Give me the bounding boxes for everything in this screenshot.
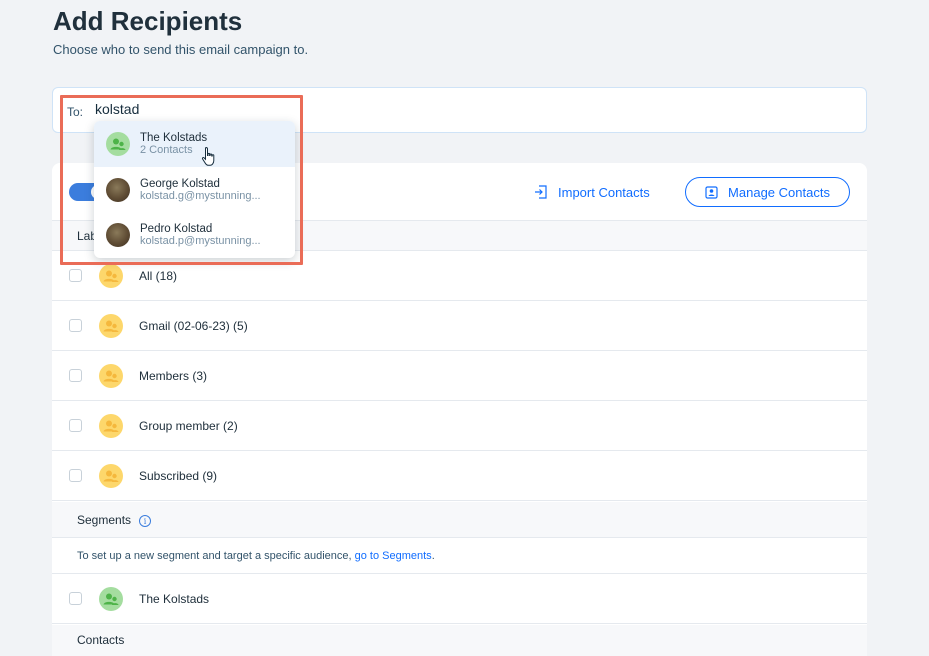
recipient-suggestions-dropdown: The Kolstads 2 Contacts George Kolstad k… (94, 121, 295, 258)
suggestion-name: Pedro Kolstad (140, 223, 213, 235)
row-checkbox[interactable] (69, 469, 82, 482)
row-checkbox[interactable] (69, 369, 82, 382)
contact-avatar (106, 178, 130, 202)
label-group-icon (99, 413, 123, 438)
import-icon (535, 185, 547, 199)
manage-contacts-label: Manage Contacts (728, 184, 830, 200)
row-checkbox[interactable] (69, 269, 82, 282)
suggestion-item[interactable]: George Kolstad kolstad.g@mystunning... (94, 167, 295, 213)
page-title: Add Recipients (53, 6, 243, 36)
segments-header-text: Segments (77, 513, 132, 527)
hand-cursor-icon (201, 146, 215, 166)
row-checkbox[interactable] (69, 419, 82, 432)
suggestion-subtext: kolstad.g@mystunning... (140, 190, 261, 202)
info-icon[interactable]: i (139, 514, 152, 527)
label-row[interactable]: Group member (2) (52, 401, 867, 451)
suggestion-item[interactable]: Pedro Kolstad kolstad.p@mystunning... (94, 212, 295, 258)
suggestion-subtext: kolstad.p@mystunning... (140, 235, 261, 247)
label-group-icon (99, 463, 123, 488)
to-label: To: (67, 105, 84, 119)
label-group-icon (99, 263, 123, 288)
label-group-icon (99, 363, 123, 388)
contacts-header: Contacts (52, 625, 867, 656)
segment-row-text: The Kolstads (139, 591, 210, 606)
manage-contacts-button[interactable]: Manage Contacts (685, 177, 850, 207)
label-row-text: Members (3) (139, 368, 208, 383)
label-row-text: Group member (2) (139, 418, 238, 433)
label-row[interactable]: Subscribed (9) (52, 451, 867, 501)
contacts-header-text: Contacts (77, 633, 125, 647)
label-row-text: All (18) (139, 268, 178, 283)
label-row[interactable]: Members (3) (52, 351, 867, 401)
page-subtitle: Choose who to send this email campaign t… (53, 42, 309, 57)
suggestion-name: The Kolstads (140, 132, 208, 144)
segments-info-text: To set up a new segment and target a spe… (77, 550, 352, 562)
row-checkbox[interactable] (69, 319, 82, 332)
label-row[interactable]: All (18) (52, 251, 867, 301)
segments-header: Segments i (52, 502, 867, 538)
import-contacts-button[interactable]: Import Contacts (534, 182, 650, 202)
label-group-icon (99, 313, 123, 338)
segments-info: To set up a new segment and target a spe… (52, 538, 867, 574)
group-icon (106, 132, 130, 156)
contact-avatar (106, 223, 130, 247)
label-row-text: Gmail (02-06-23) (5) (139, 318, 248, 333)
label-row-text: Subscribed (9) (139, 468, 218, 483)
recipients-search-input[interactable] (95, 101, 795, 117)
label-row[interactable]: Gmail (02-06-23) (5) (52, 301, 867, 351)
row-checkbox[interactable] (69, 592, 82, 605)
import-contacts-label: Import Contacts (558, 184, 650, 200)
go-to-segments-link[interactable]: go to Segments (355, 550, 432, 562)
segment-row[interactable]: The Kolstads (52, 574, 867, 624)
suggestion-item[interactable]: The Kolstads 2 Contacts (94, 121, 295, 167)
segments-info-end: . (431, 550, 435, 562)
contact-card-icon (705, 185, 718, 199)
suggestion-name: George Kolstad (140, 178, 220, 190)
segment-group-icon (99, 586, 123, 611)
